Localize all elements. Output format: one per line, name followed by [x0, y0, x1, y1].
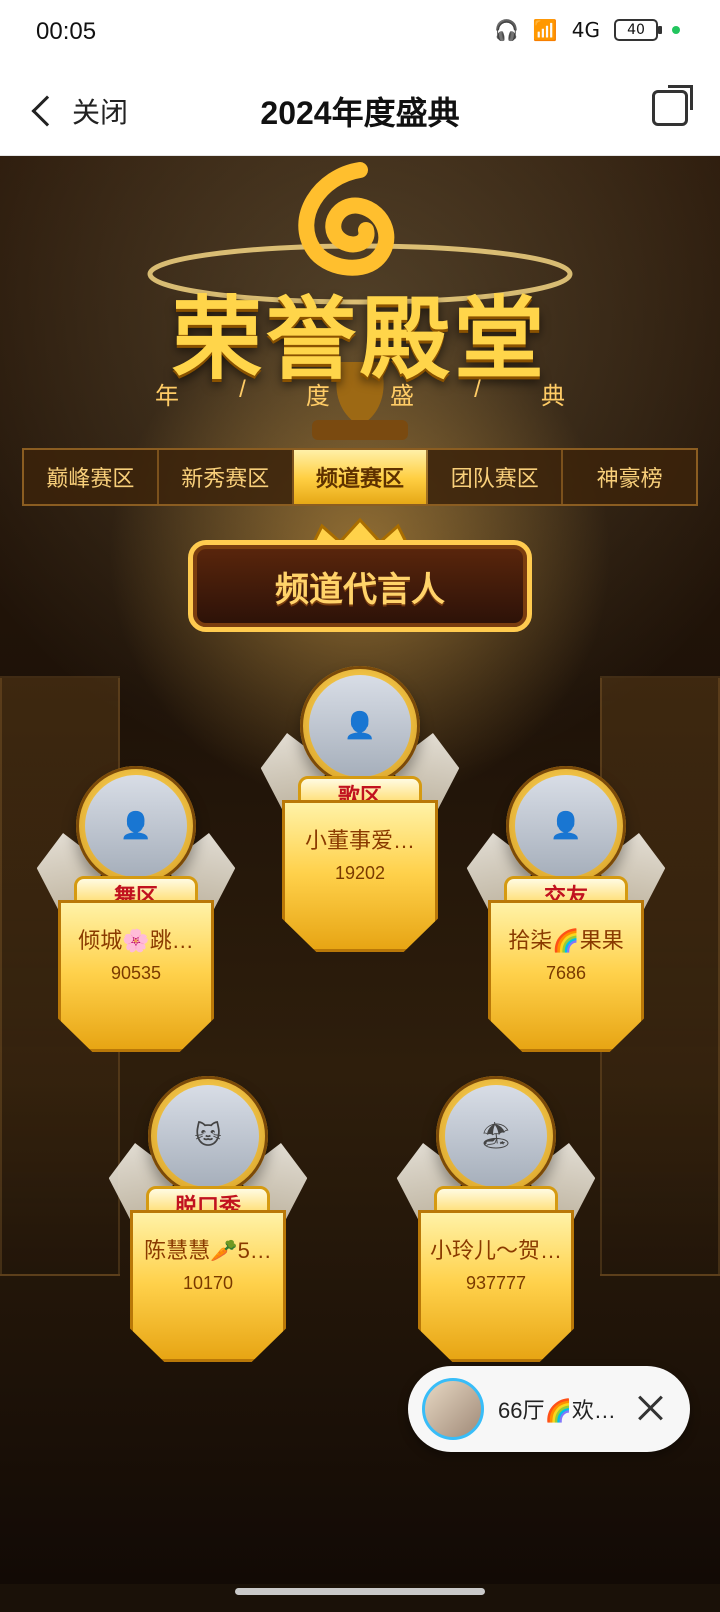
tab-rich-list[interactable]: 神豪榜	[563, 450, 696, 504]
user-name: 陈慧慧🥕5…	[144, 1238, 272, 1263]
share-icon[interactable]	[652, 90, 688, 126]
hero-subtitle-char: 盛	[390, 383, 415, 410]
user-name: 倾城🌸跳…	[78, 928, 194, 953]
section-banner: 频道代言人	[188, 540, 532, 632]
room-text: 66厅🌈欢…	[498, 1398, 616, 1423]
avatar-ring: 🏖	[436, 1076, 556, 1196]
avatar-ring: 👤	[506, 766, 626, 886]
avatar-ring: 👤	[76, 766, 196, 886]
endorser-card-fifth[interactable]: 🏖 小玲儿～贺… 937777	[418, 1076, 574, 1362]
hero-subtitle-char: 年	[155, 383, 179, 410]
headphones-icon: 🎧	[493, 18, 519, 42]
status-bar: 00:05 🎧 📶 4G 40	[0, 0, 720, 66]
avatar: 👤	[515, 775, 617, 877]
floating-room-pill[interactable]: 66厅🌈欢…	[408, 1366, 690, 1452]
battery-icon: 40	[614, 19, 662, 41]
user-score: 90535	[110, 963, 162, 983]
tab-rookie[interactable]: 新秀赛区	[159, 450, 294, 504]
hero-subtitle: 年 / 度 盛 / 典	[155, 376, 565, 411]
hero-subtitle-char: 典	[540, 383, 565, 410]
user-score: 10170	[182, 1273, 234, 1293]
hero-subtitle-char: /	[474, 376, 481, 403]
user-name: 小董事爱…	[304, 828, 415, 853]
user-score: 937777	[465, 1273, 527, 1293]
nav-bar: 关闭 2024年度盛典	[0, 66, 720, 156]
hero-subtitle-char: 度	[305, 383, 330, 410]
endorser-card-talkshow[interactable]: 🐱 脱口秀 陈慧慧🥕5… 10170	[130, 1076, 286, 1362]
endorser-card-song[interactable]: 👤 歌区 小董事爱… 19202	[282, 666, 438, 952]
hero-header: 荣誉殿堂 年 / 度 盛 / 典	[0, 156, 720, 456]
score-plaque: 拾柒🌈果果 7686	[488, 900, 644, 1052]
endorser-card-dance[interactable]: 👤 舞区 倾城🌸跳… 90535	[58, 766, 214, 1052]
wifi-icon: 📶	[532, 18, 558, 42]
page-title: 2024年度盛典	[260, 95, 460, 131]
score-plaque: 倾城🌸跳… 90535	[58, 900, 214, 1052]
tab-team[interactable]: 团队赛区	[428, 450, 564, 504]
battery-level: 40	[627, 22, 645, 38]
event-canvas: 荣誉殿堂 年 / 度 盛 / 典 巅峰赛区 新秀赛区 频道赛区 团队赛区 神豪榜…	[0, 156, 720, 1584]
user-name: 拾柒🌈果果	[508, 928, 624, 953]
tab-channel[interactable]: 频道赛区	[293, 450, 429, 504]
hero-subtitle-char: /	[239, 376, 246, 403]
avatar-ring: 🐱	[148, 1076, 268, 1196]
avatar: 👤	[309, 675, 411, 777]
home-indicator[interactable]	[235, 1588, 485, 1595]
score-plaque: 小董事爱… 19202	[282, 800, 438, 952]
status-dot	[672, 26, 680, 34]
network-label: 4G	[571, 18, 600, 42]
section-title: 频道代言人	[275, 570, 445, 609]
endorser-card-social[interactable]: 👤 交友 拾柒🌈果果 7686	[488, 766, 644, 1052]
category-tabs: 巅峰赛区 新秀赛区 频道赛区 团队赛区 神豪榜	[22, 448, 698, 506]
score-plaque: 陈慧慧🥕5… 10170	[130, 1210, 286, 1362]
avatar: 🏖	[445, 1085, 547, 1187]
user-score: 7686	[545, 963, 587, 983]
tab-peak[interactable]: 巅峰赛区	[24, 450, 159, 504]
user-score: 19202	[334, 863, 386, 883]
status-time: 00:05	[36, 18, 97, 45]
close-icon[interactable]	[632, 1390, 668, 1426]
room-avatar	[422, 1378, 484, 1440]
avatar: 🐱	[157, 1085, 259, 1187]
avatar: 👤	[85, 775, 187, 877]
user-name: 小玲儿～贺…	[429, 1238, 562, 1263]
score-plaque: 小玲儿～贺… 937777	[418, 1210, 574, 1362]
avatar-ring: 👤	[300, 666, 420, 786]
status-icons: 🎧 📶 4G 40	[494, 18, 680, 42]
